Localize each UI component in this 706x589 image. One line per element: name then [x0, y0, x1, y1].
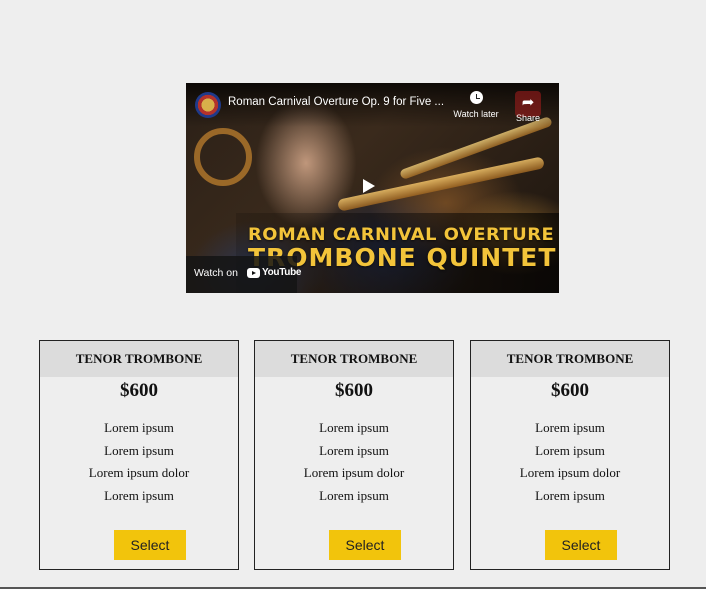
feature-list: Lorem ipsum Lorem ipsum Lorem ipsum dolo…: [471, 420, 669, 510]
select-button[interactable]: Select: [545, 530, 617, 560]
feature-item: Lorem ipsum: [535, 487, 605, 503]
feature-list: Lorem ipsum Lorem ipsum Lorem ipsum dolo…: [40, 420, 238, 510]
card-price: $600: [551, 380, 589, 401]
clock-icon: [469, 91, 483, 104]
card-title: TENOR TROMBONE: [255, 341, 453, 377]
pricing-card: TENOR TROMBONE $600 Lorem ipsum Lorem ip…: [254, 340, 454, 570]
channel-logo-icon[interactable]: [195, 92, 221, 118]
pricing-card: TENOR TROMBONE $600 Lorem ipsum Lorem ip…: [470, 340, 670, 570]
select-button[interactable]: Select: [329, 530, 401, 560]
youtube-play-icon: [247, 268, 260, 278]
pricing-card: TENOR TROMBONE $600 Lorem ipsum Lorem ip…: [39, 340, 239, 570]
video-embed[interactable]: Roman Carnival Overture Op. 9 for Five .…: [186, 83, 559, 293]
feature-item: Lorem ipsum: [319, 420, 389, 435]
play-icon[interactable]: [363, 179, 375, 193]
card-title: TENOR TROMBONE: [471, 341, 669, 377]
trombone-bell-shape: [194, 128, 252, 186]
watch-later-label: Watch later: [453, 109, 499, 119]
feature-item: Lorem ipsum: [535, 442, 605, 458]
watch-on-youtube-button[interactable]: Watch on YouTube: [186, 256, 302, 293]
feature-item: Lorem ipsum: [104, 487, 174, 503]
share-label: Share: [515, 113, 541, 123]
share-button[interactable]: ➦ Share: [513, 91, 543, 123]
watch-later-button[interactable]: Watch later: [448, 91, 504, 119]
feature-item: Lorem ipsum dolor: [303, 465, 405, 480]
feature-item: Lorem ipsum: [319, 487, 389, 503]
watch-on-label: Watch on: [194, 267, 238, 279]
youtube-wordmark: YouTube: [262, 267, 302, 278]
video-title[interactable]: Roman Carnival Overture Op. 9 for Five .…: [228, 96, 446, 108]
feature-item: Lorem ipsum: [535, 420, 605, 435]
select-button[interactable]: Select: [114, 530, 186, 560]
card-price: $600: [335, 380, 373, 401]
card-title: TENOR TROMBONE: [40, 341, 238, 377]
feature-list: Lorem ipsum Lorem ipsum Lorem ipsum dolo…: [255, 420, 453, 510]
feature-item: Lorem ipsum: [104, 420, 174, 435]
feature-item: Lorem ipsum: [104, 442, 174, 458]
feature-item: Lorem ipsum dolor: [519, 465, 621, 480]
feature-item: Lorem ipsum: [319, 442, 389, 458]
feature-item: Lorem ipsum dolor: [88, 465, 190, 480]
card-price: $600: [120, 380, 158, 401]
overlay-title-line1: ROMAN CARNIVAL OVERTURE: [248, 225, 555, 245]
